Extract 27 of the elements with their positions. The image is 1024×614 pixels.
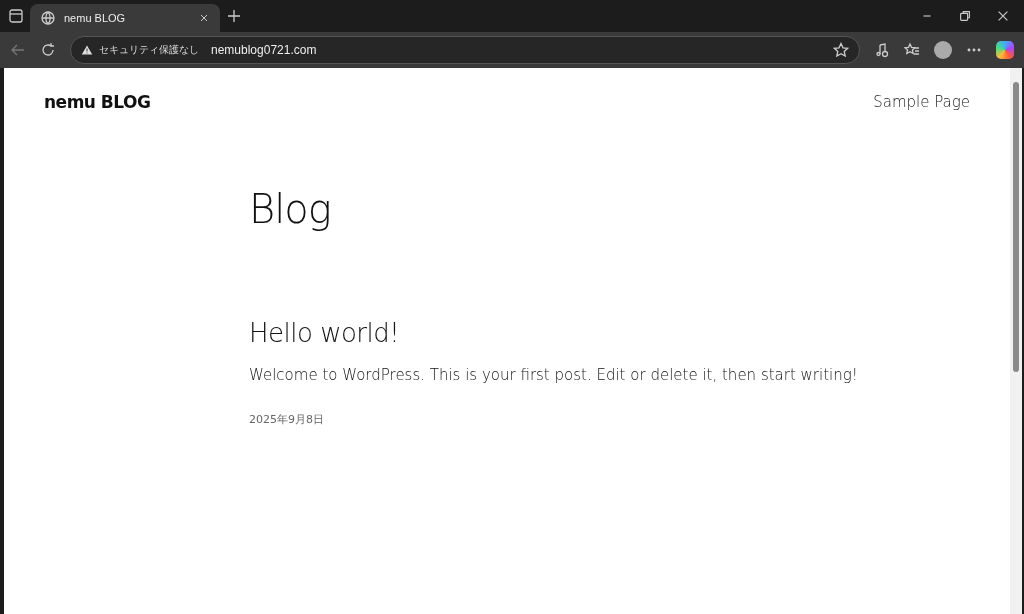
restore-icon[interactable]	[958, 9, 972, 23]
refresh-icon[interactable]	[40, 42, 56, 58]
warning-icon	[81, 44, 93, 56]
scrollbar[interactable]	[1010, 68, 1022, 614]
back-arrow-icon[interactable]	[10, 42, 26, 58]
browser-tab[interactable]: nemu BLOG	[30, 4, 220, 32]
globe-icon	[40, 10, 56, 26]
security-label: セキュリティ保護なし	[99, 43, 199, 57]
page-heading: Blog	[249, 186, 332, 232]
post-title[interactable]: Hello world!	[249, 318, 1010, 348]
sidebar-icon[interactable]	[8, 8, 24, 24]
nav-link[interactable]: Sample Page	[873, 93, 970, 111]
site-title[interactable]: nemu BLOG	[44, 92, 151, 112]
post-date: 2025年9月8日	[249, 412, 325, 427]
favorites-icon[interactable]	[904, 42, 920, 58]
plus-icon[interactable]	[226, 8, 242, 24]
close-icon[interactable]	[198, 12, 210, 24]
url-text: nemublog0721.com	[211, 43, 317, 57]
tab-title: nemu BLOG	[64, 12, 127, 24]
star-icon[interactable]	[833, 42, 849, 58]
profile-avatar[interactable]	[934, 41, 952, 59]
address-bar[interactable]: セキュリティ保護なし nemublog0721.com	[70, 36, 860, 64]
copilot-icon[interactable]	[996, 41, 1014, 59]
music-note-icon[interactable]	[874, 42, 890, 58]
post-excerpt: Welcome to WordPress. This is your first post. Edit or delete it, then start writing!	[249, 366, 859, 384]
close-icon[interactable]	[996, 9, 1010, 23]
scrollbar-thumb[interactable]	[1013, 82, 1019, 372]
